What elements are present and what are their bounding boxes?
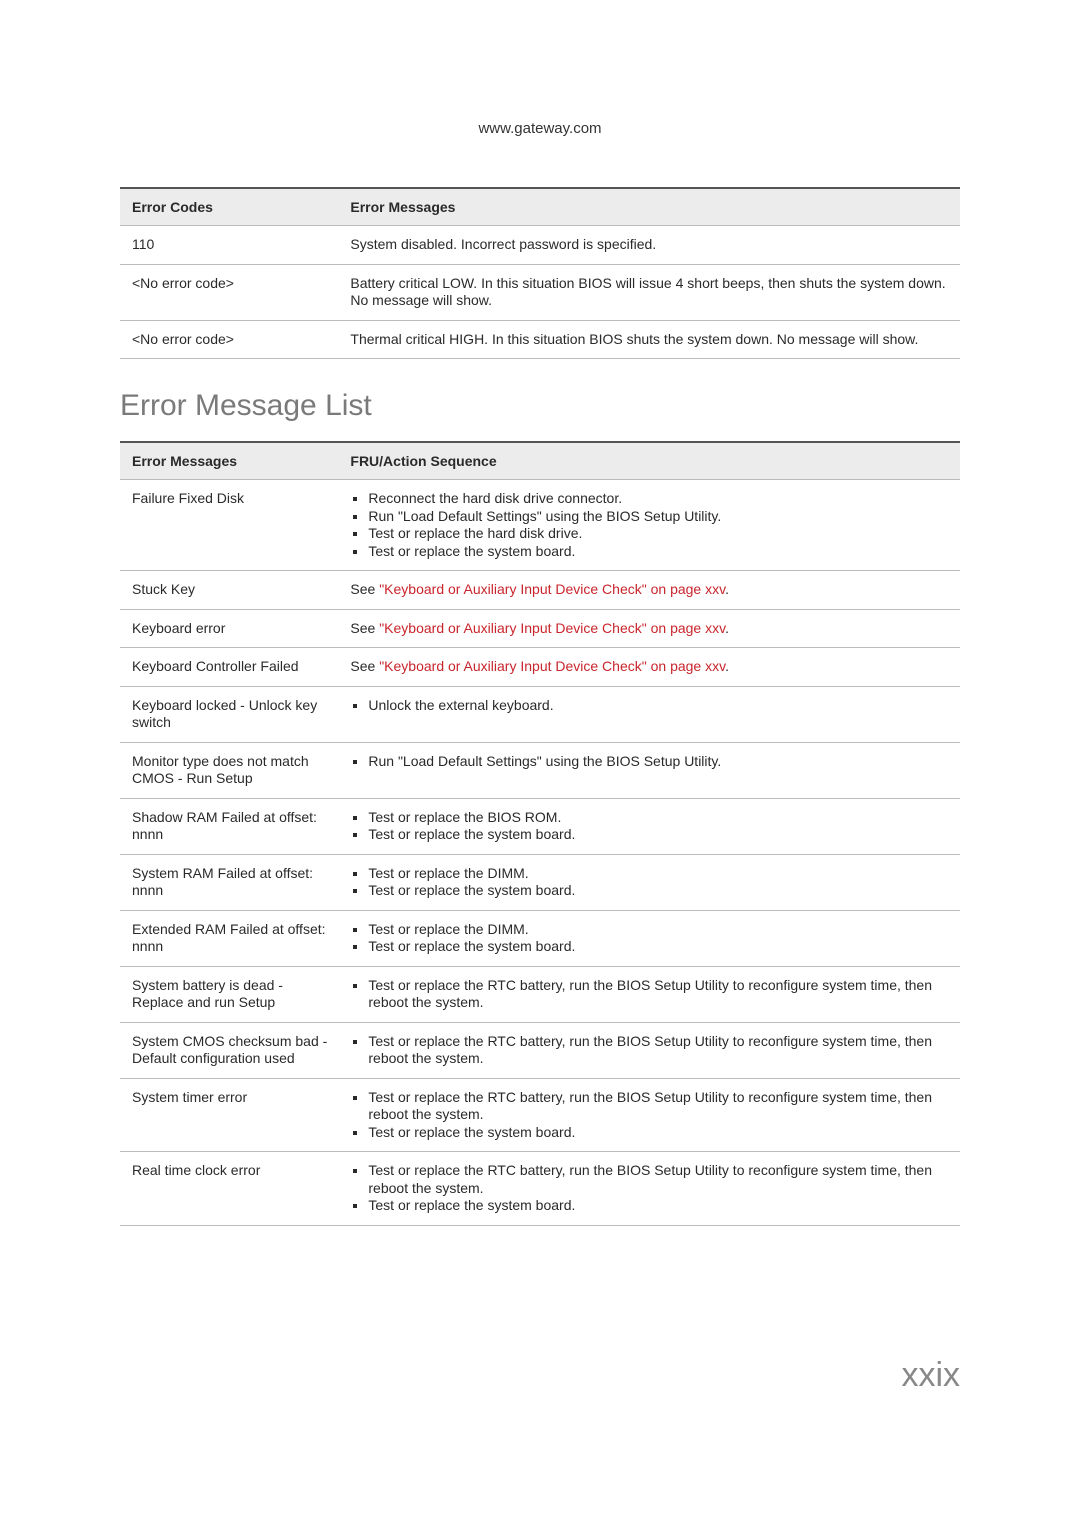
table-row: Keyboard Controller FailedSee "Keyboard … (120, 648, 960, 687)
action-item: Test or replace the RTC battery, run the… (368, 1089, 950, 1124)
fru-action-cell: Test or replace the RTC battery, run the… (338, 1078, 960, 1152)
fru-action-cell: Unlock the external keyboard. (338, 686, 960, 742)
section-title: Error Message List (120, 389, 960, 423)
action-item: Test or replace the RTC battery, run the… (368, 1162, 950, 1197)
page-number: xxix (120, 1356, 960, 1395)
table-row: Monitor type does not match CMOS - Run S… (120, 742, 960, 798)
table-row: System timer error Test or replace the RT… (120, 1078, 960, 1152)
fru-action-cell: Test or replace the DIMM.Test or replace… (338, 910, 960, 966)
action-list: Test or replace the DIMM.Test or replace… (350, 921, 950, 956)
table-row: Stuck KeySee "Keyboard or Auxiliary Inpu… (120, 571, 960, 610)
header-url: www.gateway.com (120, 120, 960, 137)
fru-action-cell: Reconnect the hard disk drive connector.… (338, 480, 960, 571)
error-message-cell: Thermal critical HIGH. In this situation… (338, 320, 960, 359)
action-list: Run "Load Default Settings" using the BI… (350, 753, 950, 771)
th-error-messages: Error Messages (338, 188, 960, 226)
fru-action-cell: Test or replace the BIOS ROM.Test or rep… (338, 798, 960, 854)
fru-action-cell: Run "Load Default Settings" using the BI… (338, 742, 960, 798)
table-row: Keyboard locked - Unlock key switch Unloc… (120, 686, 960, 742)
action-list: Test or replace the RTC battery, run the… (350, 977, 950, 1012)
action-list: Unlock the external keyboard. (350, 697, 950, 715)
error-message-cell: Shadow RAM Failed at offset: nnnn (120, 798, 338, 854)
error-message-cell: System battery is dead - Replace and run… (120, 966, 338, 1022)
table-row: Shadow RAM Failed at offset: nnnn Test or… (120, 798, 960, 854)
fru-action-cell: Test or replace the RTC battery, run the… (338, 1022, 960, 1078)
table-row: System CMOS checksum bad - Default confi… (120, 1022, 960, 1078)
table-row: Failure Fixed DiskReconnect the hard dis… (120, 480, 960, 571)
action-item: Test or replace the system board. (368, 543, 950, 561)
action-item: Run "Load Default Settings" using the BI… (368, 753, 950, 771)
error-message-cell: Real time clock error (120, 1152, 338, 1226)
error-message-cell: Stuck Key (120, 571, 338, 610)
table-row: <No error code>Battery critical LOW. In … (120, 264, 960, 320)
fru-action-cell: See "Keyboard or Auxiliary Input Device … (338, 609, 960, 648)
cross-ref-link[interactable]: "Keyboard or Auxiliary Input Device Chec… (379, 620, 725, 636)
action-list: Test or replace the RTC battery, run the… (350, 1162, 950, 1215)
action-item: Test or replace the system board. (368, 882, 950, 900)
action-item: Test or replace the BIOS ROM. (368, 809, 950, 827)
table-row: Real time clock error Test or replace the… (120, 1152, 960, 1226)
error-message-cell: Keyboard locked - Unlock key switch (120, 686, 338, 742)
link-suffix: . (725, 658, 729, 674)
table-row: Keyboard errorSee "Keyboard or Auxiliary… (120, 609, 960, 648)
action-item: Test or replace the RTC battery, run the… (368, 1033, 950, 1068)
error-message-cell: Keyboard Controller Failed (120, 648, 338, 687)
action-item: Unlock the external keyboard. (368, 697, 950, 715)
action-list: Test or replace the RTC battery, run the… (350, 1089, 950, 1142)
error-message-cell: Battery critical LOW. In this situation … (338, 264, 960, 320)
action-item: Test or replace the system board. (368, 1124, 950, 1142)
link-suffix: . (725, 581, 729, 597)
link-suffix: . (725, 620, 729, 636)
table-row: Extended RAM Failed at offset: nnnn Test … (120, 910, 960, 966)
fru-action-cell: Test or replace the RTC battery, run the… (338, 1152, 960, 1226)
fru-action-cell: See "Keyboard or Auxiliary Input Device … (338, 571, 960, 610)
action-list: Test or replace the BIOS ROM.Test or rep… (350, 809, 950, 844)
fru-action-cell: See "Keyboard or Auxiliary Input Device … (338, 648, 960, 687)
error-message-cell: Keyboard error (120, 609, 338, 648)
cross-ref-link[interactable]: "Keyboard or Auxiliary Input Device Chec… (379, 581, 725, 597)
link-prefix: See (350, 620, 379, 636)
action-list: Test or replace the DIMM.Test or replace… (350, 865, 950, 900)
error-code-cell: <No error code> (120, 264, 338, 320)
error-code-cell: <No error code> (120, 320, 338, 359)
th-fru-action: FRU/Action Sequence (338, 442, 960, 480)
error-message-list-table: Error Messages FRU/Action Sequence Failu… (120, 441, 960, 1226)
action-item: Test or replace the RTC battery, run the… (368, 977, 950, 1012)
error-message-cell: Failure Fixed Disk (120, 480, 338, 571)
action-list: Test or replace the RTC battery, run the… (350, 1033, 950, 1068)
error-message-cell: System timer error (120, 1078, 338, 1152)
action-item: Test or replace the hard disk drive. (368, 525, 950, 543)
table-row: 110System disabled. Incorrect password i… (120, 226, 960, 265)
action-item: Reconnect the hard disk drive connector. (368, 490, 950, 508)
error-message-cell: Monitor type does not match CMOS - Run S… (120, 742, 338, 798)
error-codes-table: Error Codes Error Messages 110System dis… (120, 187, 960, 359)
error-message-cell: Extended RAM Failed at offset: nnnn (120, 910, 338, 966)
table-row: <No error code>Thermal critical HIGH. In… (120, 320, 960, 359)
link-prefix: See (350, 658, 379, 674)
action-item: Run "Load Default Settings" using the BI… (368, 508, 950, 526)
table-row: System RAM Failed at offset: nnnn Test or… (120, 854, 960, 910)
th-error-messages-2: Error Messages (120, 442, 338, 480)
error-message-cell: System disabled. Incorrect password is s… (338, 226, 960, 265)
error-message-cell: System RAM Failed at offset: nnnn (120, 854, 338, 910)
action-item: Test or replace the system board. (368, 938, 950, 956)
fru-action-cell: Test or replace the DIMM.Test or replace… (338, 854, 960, 910)
action-item: Test or replace the DIMM. (368, 921, 950, 939)
error-message-cell: System CMOS checksum bad - Default confi… (120, 1022, 338, 1078)
fru-action-cell: Test or replace the RTC battery, run the… (338, 966, 960, 1022)
action-item: Test or replace the system board. (368, 826, 950, 844)
th-error-codes: Error Codes (120, 188, 338, 226)
action-list: Reconnect the hard disk drive connector.… (350, 490, 950, 560)
cross-ref-link[interactable]: "Keyboard or Auxiliary Input Device Chec… (379, 658, 725, 674)
action-item: Test or replace the system board. (368, 1197, 950, 1215)
link-prefix: See (350, 581, 379, 597)
table-row: System battery is dead - Replace and run… (120, 966, 960, 1022)
error-code-cell: 110 (120, 226, 338, 265)
action-item: Test or replace the DIMM. (368, 865, 950, 883)
